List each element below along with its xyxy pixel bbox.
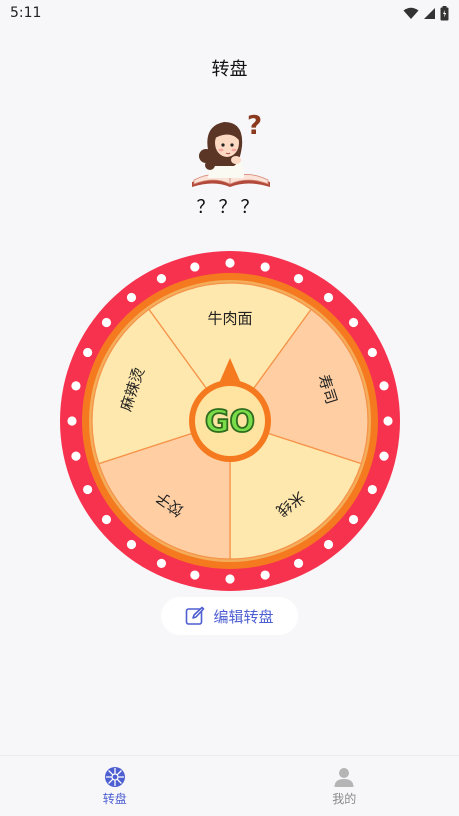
wheel-segment-label: 牛肉面 bbox=[207, 310, 252, 328]
wheel-light-dot bbox=[379, 451, 389, 461]
wheel-light-dot bbox=[367, 484, 377, 495]
status-time: 5:11 bbox=[10, 5, 42, 21]
nav-label-wheel: 转盘 bbox=[102, 791, 127, 806]
wheel-light-dot bbox=[126, 539, 137, 550]
wheel-light-dot bbox=[190, 570, 200, 580]
wheel-light-dot bbox=[71, 381, 81, 391]
wheel-light-dot bbox=[293, 558, 304, 568]
status-bar: 5:11 bbox=[0, 0, 459, 26]
edit-wheel-button[interactable]: 编辑转盘 bbox=[161, 597, 298, 635]
wheel-light-dot bbox=[323, 539, 334, 550]
wheel-light-dot bbox=[83, 347, 93, 358]
nav-item-wheel[interactable]: 转盘 bbox=[0, 756, 230, 816]
wheel-icon bbox=[104, 766, 125, 787]
wheel-light-dot bbox=[225, 258, 235, 268]
wheel-light-dot bbox=[156, 558, 167, 568]
wifi-icon bbox=[403, 7, 419, 19]
wheel-light-dot bbox=[323, 292, 334, 303]
signal-icon bbox=[424, 7, 435, 19]
edit-wheel-label: 编辑转盘 bbox=[213, 607, 274, 626]
wheel-light-dot bbox=[260, 262, 270, 272]
edit-icon bbox=[186, 606, 205, 625]
person-icon bbox=[334, 767, 354, 787]
thinking-girl-illustration: ? bbox=[186, 110, 276, 192]
wheel-light-dot bbox=[348, 317, 359, 328]
wheel-light-dot bbox=[190, 262, 200, 272]
bottom-nav: 转盘 我的 bbox=[0, 755, 459, 816]
wheel-light-dot bbox=[101, 514, 112, 525]
svg-text:?: ? bbox=[247, 111, 262, 141]
wheel-light-dot bbox=[71, 451, 81, 461]
go-button-label: GO bbox=[205, 405, 255, 440]
wheel-light-dot bbox=[126, 292, 137, 303]
wheel-light-dot bbox=[348, 514, 359, 525]
spin-wheel[interactable]: 牛肉面 寿司 米线 饺子 麻辣烫 GO bbox=[57, 248, 403, 594]
battery-icon bbox=[440, 5, 449, 20]
result-text: ？？？ bbox=[196, 197, 263, 218]
nav-label-mine: 我的 bbox=[332, 791, 357, 806]
wheel-light-dot bbox=[367, 347, 377, 358]
wheel-light-dot bbox=[293, 274, 304, 284]
wheel-light-dot bbox=[83, 484, 93, 495]
wheel-light-dot bbox=[156, 274, 167, 284]
wheel-light-dot bbox=[101, 317, 112, 328]
nav-item-mine[interactable]: 我的 bbox=[230, 756, 459, 816]
wheel-light-dot bbox=[379, 381, 389, 391]
status-icons bbox=[403, 5, 449, 21]
wheel-light-dot bbox=[260, 570, 270, 580]
page-title: 转盘 bbox=[211, 59, 248, 80]
wheel-light-dot bbox=[383, 416, 393, 426]
wheel-light-dot bbox=[225, 574, 235, 584]
wheel-light-dot bbox=[67, 416, 77, 426]
